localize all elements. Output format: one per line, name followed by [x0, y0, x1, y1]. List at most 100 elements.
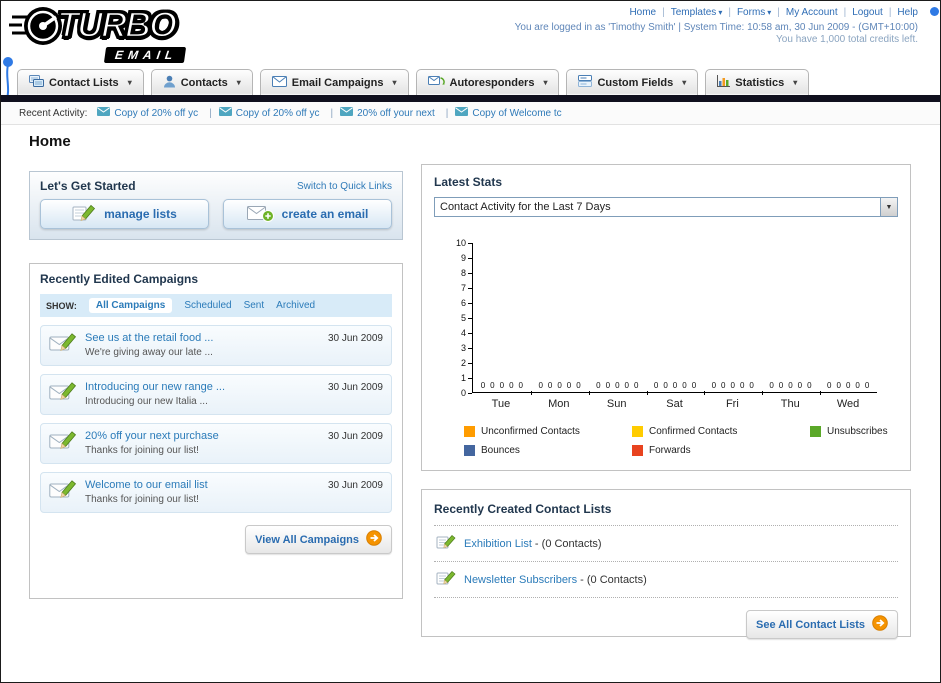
campaign-title-link[interactable]: Welcome to our email list: [85, 479, 320, 491]
chart-value-label: 0: [624, 381, 629, 390]
arrow-right-icon: [366, 530, 382, 549]
chart-value-label: 0: [769, 381, 774, 390]
y-axis-tick: 2: [461, 358, 472, 368]
contact-list-item[interactable]: Newsletter Subscribers - (0 Contacts): [434, 562, 898, 598]
x-axis-tick: [820, 391, 822, 395]
manage-lists-button[interactable]: manage lists: [40, 199, 209, 229]
stats-activity-select[interactable]: Contact Activity for the Last 7 Days ▼: [434, 197, 898, 217]
filter-all-campaigns[interactable]: All Campaigns: [88, 298, 173, 313]
button-label: create an email: [281, 207, 369, 221]
custom-fields-icon: [578, 75, 593, 90]
recent-activity-item[interactable]: Copy of 20% off yc: [218, 107, 340, 119]
chart-value-group: 00000: [704, 381, 762, 390]
chart-plot-area: 00000000000000000000000000000000000: [472, 243, 877, 395]
tab-label: Statistics: [735, 76, 785, 89]
tab-label: Autoresponders: [449, 76, 535, 89]
app-logo[interactable]: TURBO EMAIL: [9, 3, 187, 64]
logo-primary-text: TURBO: [56, 3, 179, 47]
email-campaigns-icon: [271, 75, 287, 90]
chart-value-label: 0: [749, 381, 754, 390]
chart-value-group: 00000: [531, 381, 589, 390]
chart-value-group: 00000: [646, 381, 704, 390]
filter-archived[interactable]: Archived: [276, 300, 315, 311]
campaigns-filter-bar: SHOW: All Campaigns Scheduled Sent Archi…: [40, 294, 392, 317]
chevron-down-icon: ▾: [767, 8, 772, 17]
campaign-item[interactable]: See us at the retail food ... We're givi…: [40, 325, 392, 366]
contact-list-link[interactable]: Exhibition List: [464, 538, 532, 550]
chart-value-label: 0: [538, 381, 543, 390]
contact-lists-icon: [29, 75, 44, 90]
chart-value-label: 0: [827, 381, 832, 390]
tab-contacts[interactable]: Contacts ▾: [150, 69, 253, 95]
statistics-icon: [717, 75, 731, 90]
top-nav-templates[interactable]: Templates ▾: [671, 7, 737, 18]
chart-value-label: 0: [788, 381, 793, 390]
y-axis-tick: 4: [461, 328, 472, 338]
tab-label: Email Campaigns: [291, 76, 384, 89]
recent-activity-item[interactable]: 20% off your next: [340, 107, 455, 119]
tab-email-campaigns[interactable]: Email Campaigns ▾: [259, 69, 409, 95]
envelope-icon: [340, 107, 354, 119]
create-email-button[interactable]: create an email: [223, 199, 392, 229]
top-nav-help[interactable]: Help: [897, 7, 918, 18]
contact-lists-panel-title: Recently Created Contact Lists: [434, 502, 612, 516]
chart-value-group: 00000: [588, 381, 646, 390]
legend-swatch: [632, 445, 643, 456]
tab-custom-fields[interactable]: Custom Fields ▾: [566, 69, 699, 95]
top-nav-my-account[interactable]: My Account: [786, 7, 852, 18]
top-nav-home[interactable]: Home: [629, 7, 670, 18]
x-axis-tick: [762, 391, 764, 395]
campaign-item[interactable]: Welcome to our email list Thanks for joi…: [40, 472, 392, 513]
chart-x-label: Fri: [725, 398, 739, 410]
view-all-campaigns-button[interactable]: View All Campaigns: [245, 525, 392, 554]
page-title: Home: [29, 133, 71, 150]
legend-item: Unconfirmed Contacts: [464, 426, 632, 437]
recent-activity-item[interactable]: Copy of Welcome tc: [455, 107, 562, 119]
contact-lists-panel: Recently Created Contact Lists Exhibitio…: [421, 489, 911, 639]
envelope-icon: [218, 107, 232, 119]
contact-list-item[interactable]: Exhibition List - (0 Contacts): [434, 526, 898, 562]
pencil-icon: [436, 570, 456, 589]
campaign-title-link[interactable]: See us at the retail food ...: [85, 332, 320, 344]
contact-list-count: - (0 Contacts): [577, 573, 647, 586]
filter-sent[interactable]: Sent: [244, 300, 265, 311]
legend-item: Forwards: [632, 445, 810, 456]
campaign-item[interactable]: 20% off your next purchase Thanks for jo…: [40, 423, 392, 464]
legend-label: Unconfirmed Contacts: [481, 426, 580, 437]
x-axis-tick: [530, 391, 532, 395]
legend-item: Confirmed Contacts: [632, 426, 810, 437]
campaign-item[interactable]: Introducing our new range ... Introducin…: [40, 374, 392, 415]
chart-legend: Unconfirmed Contacts Confirmed Contacts Un…: [464, 426, 898, 456]
y-axis-tick: 3: [461, 343, 472, 353]
stats-panel-title: Latest Stats: [434, 175, 503, 189]
legend-swatch: [632, 426, 643, 437]
y-axis-tick: 9: [461, 253, 472, 263]
envelope-pencil-icon: [49, 479, 77, 506]
legend-item: Unsubscribes: [810, 426, 898, 437]
campaign-date: 30 Jun 2009: [327, 431, 383, 442]
recent-activity-item[interactable]: Copy of 20% off yc: [97, 107, 218, 119]
tab-contact-lists[interactable]: Contact Lists ▾: [17, 69, 144, 95]
chart-value-label: 0: [605, 381, 611, 390]
x-axis-tick: [588, 391, 590, 395]
filter-scheduled[interactable]: Scheduled: [184, 300, 231, 311]
chart-value-label: 0: [653, 381, 659, 390]
contact-list-link[interactable]: Newsletter Subscribers: [464, 574, 577, 586]
top-nav-forms[interactable]: Forms ▾: [737, 7, 786, 18]
tab-autoresponders[interactable]: Autoresponders ▾: [415, 69, 560, 95]
chart-value-label: 0: [480, 381, 486, 390]
legend-label: Forwards: [649, 445, 691, 456]
chart-value-label: 0: [855, 381, 860, 390]
chart-value-label: 0: [730, 381, 735, 390]
switch-quick-links-link[interactable]: Switch to Quick Links: [297, 181, 392, 192]
tab-statistics[interactable]: Statistics ▾: [705, 69, 810, 95]
decoration-dot-right: [930, 7, 939, 16]
chart-value-label: 0: [721, 381, 726, 390]
see-all-contact-lists-button[interactable]: See All Contact Lists: [745, 610, 898, 639]
campaign-title-link[interactable]: 20% off your next purchase: [85, 430, 320, 442]
campaign-title-link[interactable]: Introducing our new range ...: [85, 381, 320, 393]
chart-value-group: 00000: [762, 381, 820, 390]
legend-item: Bounces: [464, 445, 632, 456]
x-axis-tick: [646, 391, 648, 395]
top-nav-logout[interactable]: Logout: [852, 7, 897, 18]
